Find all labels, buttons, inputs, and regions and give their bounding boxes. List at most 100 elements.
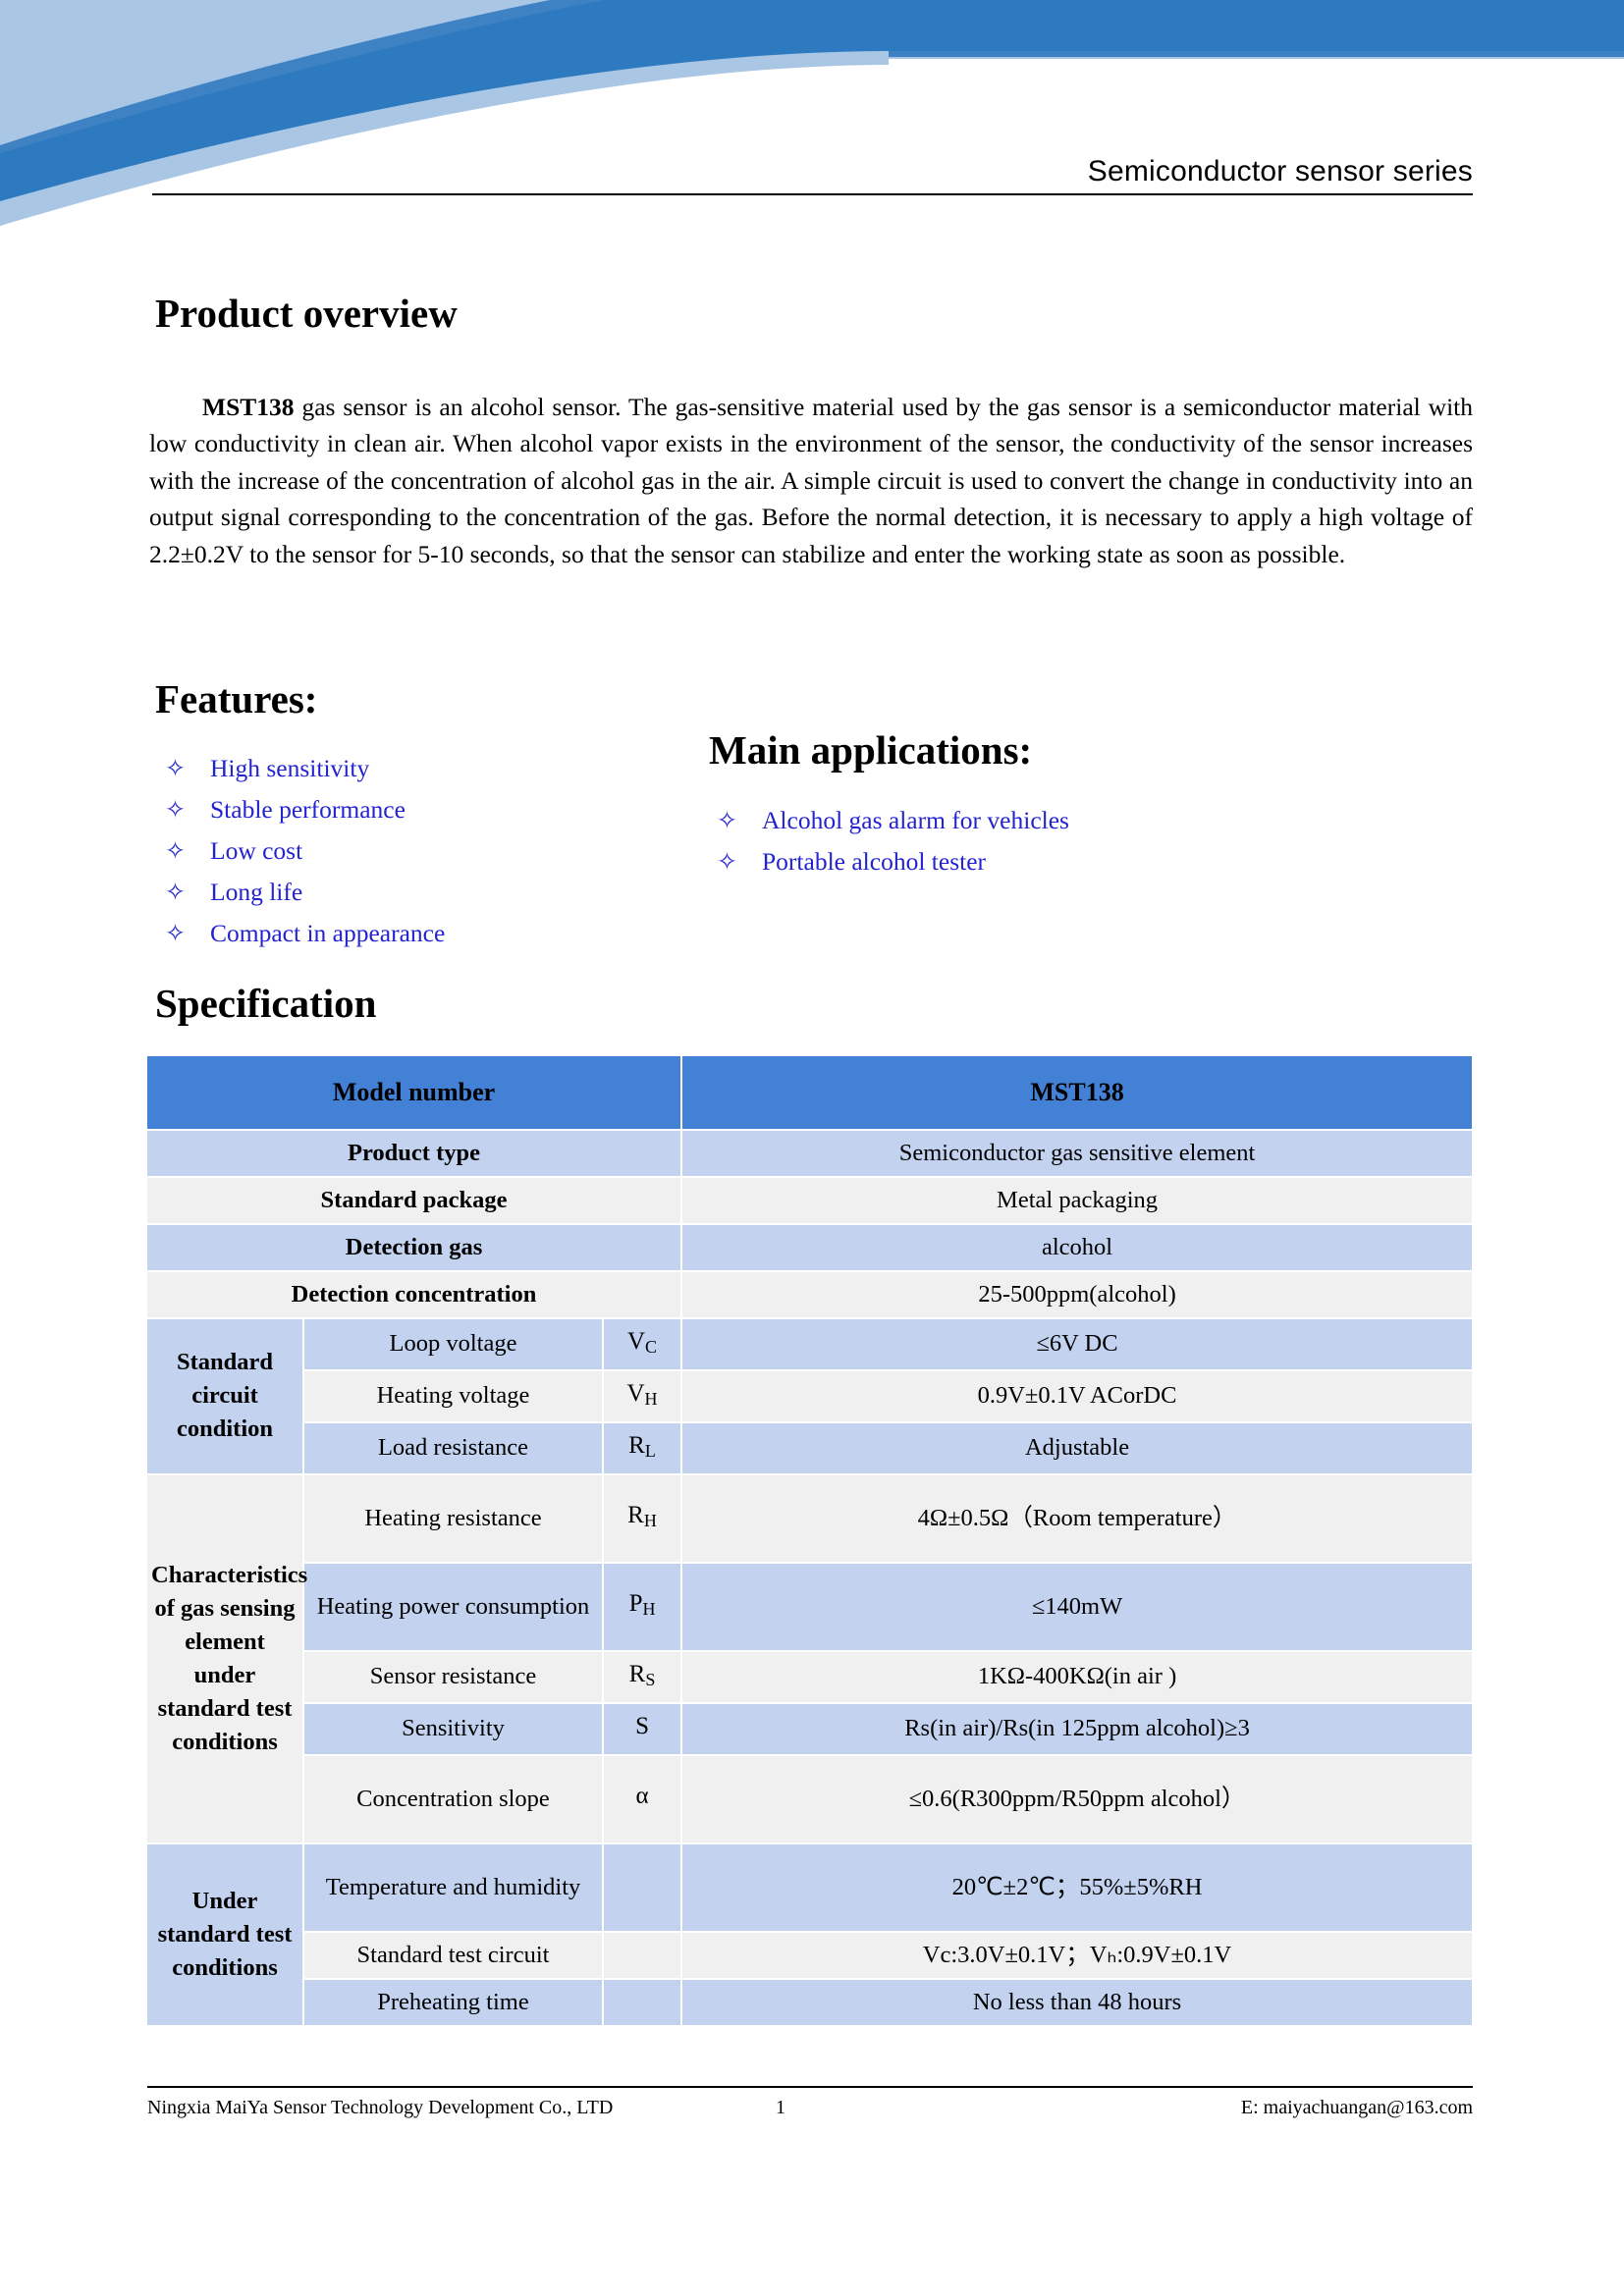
table-header-label: Model number	[146, 1055, 682, 1130]
param-symbol: RS	[603, 1650, 682, 1703]
param-value: ≤0.6(R300ppm/R50ppm alcohol）	[681, 1754, 1474, 1843]
page-title: Semiconductor sensor series	[1087, 155, 1473, 187]
header-divider	[152, 193, 1473, 195]
footer-page-number: 1	[776, 2097, 785, 2118]
group-label: Standard circuit condition	[146, 1318, 303, 1474]
param-value: Adjustable	[681, 1421, 1474, 1474]
features-heading: Features:	[155, 676, 318, 721]
table-row: Product type Semiconductor gas sensitive…	[146, 1130, 1474, 1177]
group-label: Characteristics of gas sensing element u…	[146, 1473, 307, 1843]
table-row: Standard circuit condition Loop voltage …	[146, 1318, 1474, 1474]
param-label: Preheating time	[303, 1978, 603, 2026]
product-overview-body: gas sensor is an alcohol sensor. The gas…	[149, 392, 1473, 568]
feature-label: Stable performance	[210, 795, 406, 824]
table-row: Detection gas alcohol	[146, 1224, 1474, 1271]
table-row: Preheating time No less than 48 hours	[146, 1978, 1474, 2026]
param-value: ≤140mW	[681, 1562, 1474, 1651]
applications-list: ✧ Alcohol gas alarm for vehicles ✧ Portabl…	[717, 800, 1069, 882]
diamond-star-bullet-icon: ✧	[165, 795, 186, 824]
list-item: ✧ Stable performance	[165, 789, 445, 830]
feature-label: Low cost	[210, 836, 303, 865]
param-symbol	[603, 1842, 682, 1932]
row-label: Detection concentration	[146, 1271, 682, 1318]
row-label: Detection gas	[146, 1224, 682, 1271]
model-name-bold: MST138	[202, 392, 295, 421]
table-row: Standard package Metal packaging	[146, 1177, 1474, 1224]
table-row: Sensor resistance RS 1KΩ-400KΩ(in air )	[146, 1650, 1474, 1703]
document-page: Semiconductor sensor series Product over…	[0, 0, 1624, 2296]
row-value: 25-500ppm(alcohol)	[681, 1271, 1474, 1318]
param-symbol: PH	[603, 1562, 682, 1651]
param-value: No less than 48 hours	[681, 1978, 1474, 2026]
product-overview-paragraph: MST138 gas sensor is an alcohol sensor. …	[149, 389, 1473, 573]
param-label: Sensor resistance	[303, 1650, 603, 1703]
param-value: Rs(in air)/Rs(in 125ppm alcohol)≥3	[681, 1702, 1474, 1755]
param-value: 1KΩ-400KΩ(in air )	[681, 1650, 1474, 1703]
group-label: Under standard test conditions	[146, 1842, 303, 2026]
product-overview-heading: Product overview	[155, 291, 458, 336]
page-footer: Ningxia MaiYa Sensor Technology Developm…	[147, 2097, 1473, 2119]
param-label: Heating voltage	[303, 1369, 603, 1422]
row-label: Product type	[146, 1130, 682, 1177]
param-label: Sensitivity	[303, 1702, 603, 1755]
table-row: Heating power consumption PH ≤140mW	[146, 1562, 1474, 1651]
specification-table: Model number MST138 Product type Semicon…	[146, 1055, 1474, 2026]
param-value: 4Ω±0.5Ω（Room temperature）	[681, 1473, 1474, 1563]
table-header-row: Model number MST138	[146, 1055, 1474, 1130]
list-item: ✧ Low cost	[165, 830, 445, 872]
param-value: Vc:3.0V±0.1V；Vₕ:0.9V±0.1V	[681, 1931, 1474, 1979]
list-item: ✧ Portable alcohol tester	[717, 841, 1069, 882]
param-symbol: α	[603, 1754, 682, 1843]
param-symbol: VH	[603, 1369, 682, 1422]
diamond-star-bullet-icon: ✧	[165, 836, 186, 865]
row-label: Standard package	[146, 1177, 682, 1224]
param-label: Concentration slope	[303, 1754, 603, 1843]
param-symbol: RL	[603, 1421, 682, 1474]
footer-company: Ningxia MaiYa Sensor Technology Developm…	[147, 2097, 614, 2118]
feature-label: Long life	[210, 878, 303, 906]
table-header-value: MST138	[681, 1055, 1474, 1130]
row-value: Metal packaging	[681, 1177, 1474, 1224]
banner-shapes	[0, 0, 1624, 226]
param-symbol	[603, 1978, 682, 2026]
table-row: Concentration slope α ≤0.6(R300ppm/R50pp…	[146, 1754, 1474, 1843]
param-value: 20℃±2℃；55%±5%RH	[681, 1842, 1474, 1932]
diamond-star-bullet-icon: ✧	[165, 754, 186, 782]
param-symbol: VC	[603, 1318, 682, 1370]
main-applications-heading: Main applications:	[709, 727, 1033, 773]
param-value: 0.9V±0.1V ACorDC	[681, 1369, 1474, 1422]
application-label: Portable alcohol tester	[762, 847, 987, 876]
table-row: Sensitivity S Rs(in air)/Rs(in 125ppm al…	[146, 1702, 1474, 1755]
param-label: Heating power consumption	[303, 1562, 603, 1651]
param-label: Load resistance	[303, 1421, 603, 1474]
param-label: Heating resistance	[303, 1473, 603, 1563]
param-symbol: S	[603, 1702, 682, 1755]
footer-email: E: maiyachuangan@163.com	[1240, 2097, 1473, 2118]
diamond-star-bullet-icon: ✧	[717, 806, 737, 834]
list-item: ✧ Compact in appearance	[165, 913, 445, 954]
param-symbol	[603, 1931, 682, 1979]
diamond-star-bullet-icon: ✧	[165, 878, 186, 906]
table-row: Detection concentration 25-500ppm(alcoho…	[146, 1271, 1474, 1318]
param-label: Standard test circuit	[303, 1931, 603, 1979]
param-label: Loop voltage	[303, 1318, 603, 1370]
header-banner-graphic	[0, 0, 1624, 226]
feature-label: High sensitivity	[210, 754, 370, 782]
features-list: ✧ High sensitivity ✧ Stable performance ✧ L…	[165, 748, 445, 954]
table-row: Standard test circuit Vc:3.0V±0.1V；Vₕ:0.…	[146, 1931, 1474, 1979]
diamond-star-bullet-icon: ✧	[717, 847, 737, 876]
table-row: Heating voltage VH 0.9V±0.1V ACorDC	[146, 1369, 1474, 1422]
list-item: ✧ Long life	[165, 872, 445, 913]
param-label: Temperature and humidity	[303, 1842, 603, 1932]
row-value: alcohol	[681, 1224, 1474, 1271]
feature-label: Compact in appearance	[210, 919, 446, 947]
param-symbol: RH	[603, 1473, 682, 1563]
specification-heading: Specification	[155, 981, 377, 1026]
diamond-star-bullet-icon: ✧	[165, 919, 186, 947]
footer-divider	[147, 2086, 1473, 2088]
list-item: ✧ Alcohol gas alarm for vehicles	[717, 800, 1069, 841]
table-row: Under standard test conditions Temperatu…	[146, 1842, 1474, 2026]
row-value: Semiconductor gas sensitive element	[681, 1130, 1474, 1177]
application-label: Alcohol gas alarm for vehicles	[762, 806, 1069, 834]
table-row: Characteristics of gas sensing element u…	[146, 1473, 1474, 1843]
